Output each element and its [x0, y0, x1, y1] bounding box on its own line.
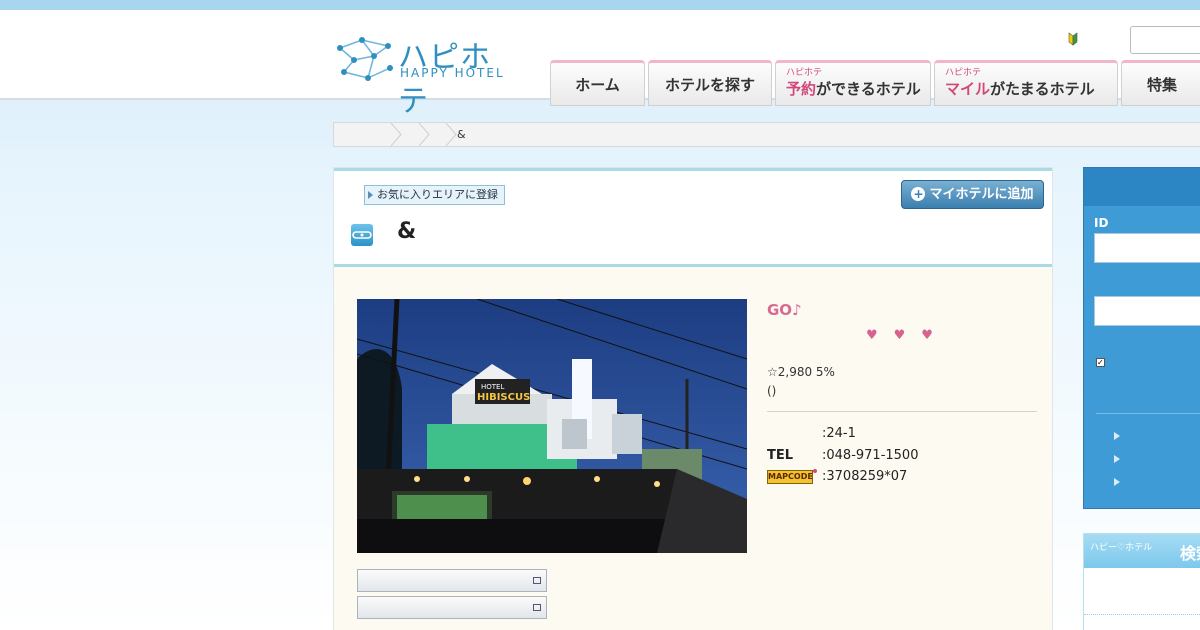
- info-separator: [767, 411, 1037, 412]
- login-id-label: ID: [1094, 216, 1109, 230]
- hotel-link-button-2[interactable]: [357, 596, 547, 619]
- price-line: ☆2,980 5%: [767, 365, 835, 379]
- login-link-arrow-icon[interactable]: [1114, 478, 1120, 486]
- header-search-input[interactable]: [1130, 26, 1200, 54]
- logo-english-text: HAPPY HOTEL: [400, 66, 505, 80]
- nav-reservable-hotels[interactable]: ハピホテ 予約ができるホテル: [775, 60, 931, 106]
- search-panel-header: ハピー♡ホテル 検索: [1084, 534, 1200, 568]
- hotel-title-area: お気に入りエリアに登録 + マイホテルに追加 &: [334, 168, 1052, 267]
- tel-value: :048-971-1500: [822, 448, 919, 463]
- network-logo-icon: [337, 37, 393, 81]
- nav-find-hotel-label: ホテルを探す: [664, 76, 755, 94]
- remember-login-checkbox[interactable]: ✓: [1096, 358, 1105, 367]
- nav-mile-hotels[interactable]: ハピホテ マイルがたまるホテル: [934, 60, 1118, 106]
- nav-home-label: ホーム: [575, 76, 620, 94]
- favorite-area-button[interactable]: お気に入りエリアに登録: [364, 185, 505, 205]
- login-separator: [1096, 413, 1200, 414]
- breadcrumb-separator: [389, 123, 419, 146]
- address-value: :24-1: [822, 426, 856, 441]
- breadcrumb: &: [333, 122, 1200, 147]
- nav-find-hotel[interactable]: ホテルを探す: [648, 60, 772, 106]
- search-panel-title: 検索: [1180, 544, 1200, 563]
- tel-label: TEL: [767, 448, 794, 463]
- nav-features-label: 特集: [1146, 76, 1177, 94]
- login-password-input[interactable]: [1094, 296, 1200, 326]
- search-divider: [1084, 614, 1200, 615]
- external-link-icon: [533, 604, 541, 611]
- site-header: ハピホテ HAPPY HOTEL ホーム ホテルを探す ハピホテ 予約ができるホ…: [0, 10, 1200, 119]
- svg-text:HIBISCUS: HIBISCUS: [477, 392, 530, 403]
- beginner-mark-icon: [1068, 32, 1078, 46]
- nav-features[interactable]: 特集: [1121, 60, 1200, 106]
- nav-reserve-small-label: ハピホテ: [786, 68, 823, 78]
- nav-home[interactable]: ホーム: [550, 60, 645, 106]
- add-myhotel-button[interactable]: + マイホテルに追加: [901, 180, 1044, 209]
- svg-text:HOTEL: HOTEL: [481, 383, 504, 391]
- mapcode-registered-icon: [813, 469, 817, 473]
- login-link-arrow-icon[interactable]: [1114, 455, 1120, 463]
- hotel-category-icon: [351, 224, 373, 246]
- breadcrumb-current: &: [457, 128, 466, 141]
- login-id-input[interactable]: [1094, 233, 1200, 263]
- hotel-catchcopy: GO♪: [767, 301, 802, 319]
- hotel-name: &: [397, 219, 417, 244]
- search-panel: ハピー♡ホテル 検索: [1083, 533, 1200, 630]
- happyhotel-logo[interactable]: ハピホテ HAPPY HOTEL: [334, 30, 518, 119]
- hotel-detail-panel: お気に入りエリアに登録 +マイホテルに追加 & HOTEL HIBISCUS: [333, 167, 1053, 630]
- breadcrumb-separator: [417, 123, 447, 146]
- nav-mile-label: マイルがたまるホテル: [945, 80, 1095, 98]
- login-link-arrow-icon[interactable]: [1114, 432, 1120, 440]
- happy-hotel-mini-logo: ハピー♡ホテル: [1090, 543, 1153, 553]
- heart-rating: ♥♥♥: [866, 328, 949, 343]
- top-strip: [0, 0, 1200, 10]
- login-panel-header: [1084, 168, 1200, 206]
- hotel-photo: HOTEL HIBISCUS: [357, 299, 747, 553]
- price-note: (): [767, 384, 777, 398]
- plus-icon: +: [911, 187, 926, 201]
- external-link-icon: [533, 577, 541, 584]
- mapcode-value: :3708259*07: [822, 469, 908, 484]
- login-panel: ID ✓: [1083, 167, 1200, 509]
- nav-mile-small-label: ハピホテ: [945, 68, 982, 78]
- hotel-link-button-1[interactable]: [357, 569, 547, 592]
- add-myhotel-label: マイホテルに追加: [929, 187, 1034, 202]
- nav-reserve-label: 予約ができるホテル: [786, 80, 921, 98]
- mapcode-badge: MAPCODE: [767, 470, 813, 484]
